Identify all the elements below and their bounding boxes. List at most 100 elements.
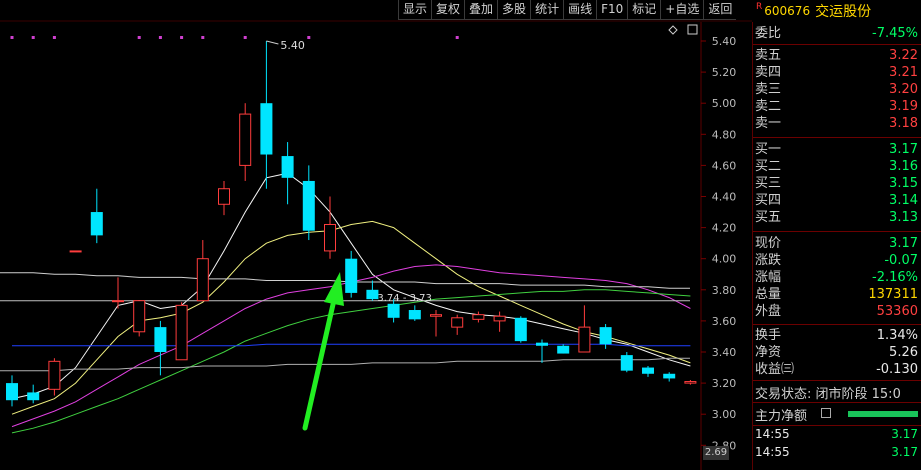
bid-row-1[interactable]: 买一 3.17 [753, 141, 921, 158]
diamond-icon [668, 25, 678, 35]
toolbar-draw-line-button[interactable]: 画线 [563, 0, 597, 20]
candle-body [663, 373, 676, 379]
candle-body [218, 188, 230, 205]
bid-label: 买五 [755, 210, 782, 225]
candle-body [260, 103, 273, 155]
bid-price: 3.13 [889, 210, 918, 225]
candle-body [684, 381, 697, 384]
ask-row-2[interactable]: 卖二 3.19 [753, 98, 921, 115]
bid-row-3[interactable]: 买三 3.15 [753, 175, 921, 192]
bid-row-4[interactable]: 买四 3.14 [753, 192, 921, 209]
candle-body [302, 180, 315, 231]
ask-label: 卖二 [755, 99, 782, 114]
marker-dot [10, 36, 14, 39]
stat-value: -2.16% [872, 270, 918, 285]
y-tick-label: 4.40 [712, 191, 737, 204]
y-tick-label: 3.80 [712, 284, 737, 297]
candle [493, 311, 506, 332]
stat-label: 外盘 [755, 304, 782, 319]
marker-dot [158, 36, 162, 39]
candle [536, 339, 548, 363]
toolbar-display-button[interactable]: 显示 [398, 0, 432, 20]
bid-row-2[interactable]: 买二 3.16 [753, 158, 921, 175]
stock-name[interactable]: 交运股份 [815, 1, 871, 21]
toolbar-restore-rights-button[interactable]: 复权 [431, 0, 465, 20]
ma-line-2 [11, 220, 691, 415]
axis-min-label: 2.69 [703, 446, 729, 460]
toolbar-mark-button[interactable]: 标记 [627, 0, 661, 20]
high-label: 5.40 [280, 39, 305, 52]
candle [69, 250, 82, 253]
toolbar-back-button[interactable]: 返回 [703, 0, 737, 20]
list-item: 14:55 3.17 [753, 427, 921, 444]
divider [753, 44, 921, 45]
candle-body [514, 317, 527, 342]
toolbar-add-watchlist-button[interactable]: +自选 [660, 0, 704, 20]
toolbar-overlay-button[interactable]: 叠加 [464, 0, 498, 20]
toolbar-f10-button[interactable]: F10 [596, 0, 628, 20]
high-pointer [266, 40, 279, 45]
candle-body [345, 258, 358, 293]
candle-body [430, 314, 442, 317]
candle-body [493, 315, 506, 322]
ask-row-3[interactable]: 卖三 3.20 [753, 81, 921, 98]
ask-row-5[interactable]: 卖五 3.22 [753, 47, 921, 64]
candle-body [408, 310, 421, 320]
bid-price: 3.15 [889, 176, 918, 191]
y-tick-label: 4.20 [712, 222, 737, 235]
ask-price: 3.22 [889, 48, 918, 63]
marker-dot [52, 36, 56, 39]
candle-body [324, 223, 336, 252]
candle [430, 310, 442, 337]
candle [218, 180, 230, 216]
candle-body [451, 317, 464, 328]
webi-label: 委比 [755, 26, 782, 41]
candle-body [239, 113, 252, 166]
stat-row-change-pct: 涨幅 -2.16% [753, 269, 921, 286]
candle-body [6, 383, 18, 401]
toolbar-statistics-button[interactable]: 统计 [530, 0, 564, 20]
r-badge: R [756, 2, 763, 12]
candle-body [599, 327, 612, 345]
quote-panel: 委比 -7.45% 卖五 3.22 卖四 3.21 卖三 3.20 卖二 3.19 卖一… [752, 22, 921, 470]
trade-status: 交易状态: 闭市阶段 15:0 [755, 387, 901, 402]
window-icon [687, 24, 698, 35]
stat-value: -0.130 [876, 362, 918, 377]
bid-row-5[interactable]: 买五 3.13 [753, 209, 921, 226]
ask-row-4[interactable]: 卖四 3.21 [753, 64, 921, 81]
list-icon[interactable] [821, 408, 831, 418]
bid-label: 买二 [755, 159, 782, 174]
stat-value: 5.26 [889, 345, 918, 360]
stat-row-eps: 收益㈢ -0.130 [753, 361, 921, 378]
main-flow-bar [848, 411, 918, 417]
divider [753, 137, 921, 138]
ask-row-1[interactable]: 卖一 3.18 [753, 115, 921, 132]
y-tick-label: 4.00 [712, 253, 737, 266]
candle-body [387, 303, 400, 318]
main-flow-label[interactable]: 主力净额 [755, 405, 807, 424]
stat-label: 换手 [755, 328, 782, 343]
toolbar-multi-stock-button[interactable]: 多股 [497, 0, 531, 20]
candle [175, 302, 188, 361]
candle [345, 250, 358, 298]
marker-dot [201, 36, 205, 39]
tick-price: 3.17 [891, 427, 918, 441]
candle-body [642, 367, 654, 374]
stock-code[interactable]: 600676 [764, 4, 810, 18]
stat-row-outer: 外盘 53360 [753, 303, 921, 320]
candle-body [196, 258, 209, 302]
candle [599, 324, 612, 349]
stat-row-change: 涨跌 -0.07 [753, 252, 921, 269]
y-tick-label: 4.80 [712, 128, 737, 141]
candle [451, 314, 464, 335]
candle [27, 384, 40, 404]
marker-dot [307, 36, 311, 39]
candle [578, 305, 591, 353]
stat-row-price: 现价 3.17 [753, 235, 921, 252]
stock-header: R 600676 交运股份 [752, 0, 921, 22]
candle [6, 375, 18, 407]
candle-body [472, 314, 485, 320]
divider [753, 380, 921, 381]
marker-dot [180, 36, 184, 39]
candle [472, 311, 485, 323]
